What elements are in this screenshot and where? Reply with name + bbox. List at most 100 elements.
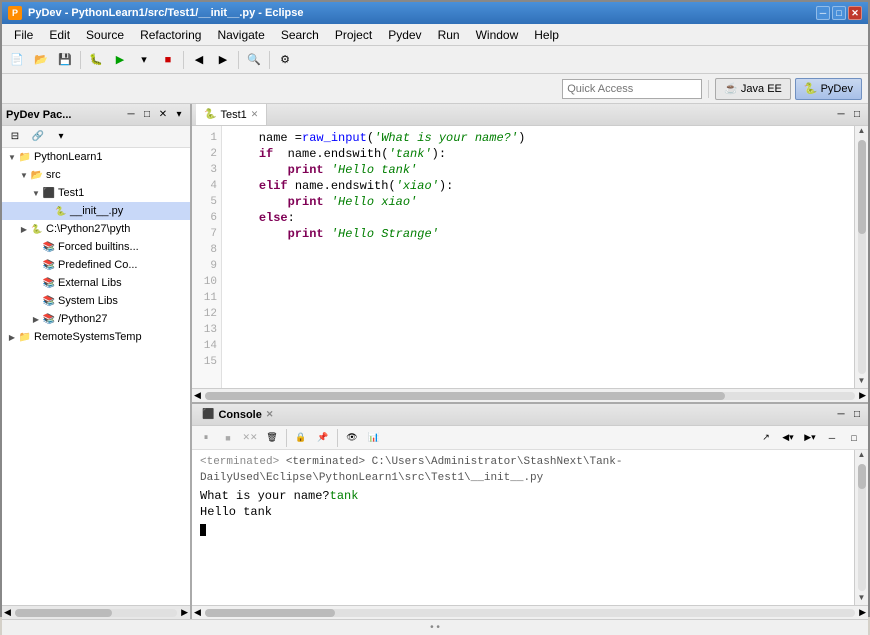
minimize-button[interactable]: ─ (816, 6, 830, 20)
editor-tab-init[interactable]: 🐍 Test1 ✕ (196, 104, 267, 125)
menu-run[interactable]: Run (430, 24, 468, 45)
toolbar-new[interactable]: 📄 (6, 49, 28, 71)
console-max-btn2[interactable]: □ (844, 429, 864, 447)
console-tab[interactable]: ⬛ Console ✕ (196, 409, 279, 421)
eh-thumb[interactable] (205, 392, 725, 400)
console-tab-close[interactable]: ✕ (266, 409, 274, 420)
console-btn-scroll-lock[interactable]: 🔒 (291, 429, 311, 447)
menu-window[interactable]: Window (468, 24, 527, 45)
console-arrow-right[interactable]: ▶▾ (800, 429, 820, 447)
quick-access-input[interactable] (562, 79, 702, 99)
console-btn-view[interactable]: 👁 (342, 429, 362, 447)
sv-thumb[interactable] (858, 140, 866, 234)
expand-arrow-remote[interactable]: ▶ (6, 331, 18, 343)
scroll-right-btn[interactable]: ▶ (179, 607, 190, 618)
console-btn-stop[interactable]: ■ (218, 429, 238, 447)
expand-arrow-test1[interactable]: ▼ (30, 187, 42, 199)
toolbar-prev[interactable]: ◀ (188, 49, 210, 71)
expand-arrow-pythonlearn1[interactable]: ▼ (6, 151, 18, 163)
toolbar-open[interactable]: 📂 (30, 49, 52, 71)
eh-scroll-left[interactable]: ◀ (192, 390, 203, 401)
pydev-perspective-button[interactable]: 🐍 PyDev (795, 78, 862, 100)
sv-up[interactable]: ▲ (856, 126, 868, 138)
menu-pydev[interactable]: Pydev (380, 24, 429, 45)
menu-navigate[interactable]: Navigate (209, 24, 272, 45)
tree-item-python27-dir[interactable]: ▶ 📚 /Python27 (2, 310, 190, 328)
csv-up[interactable]: ▲ (856, 450, 868, 462)
console-btn-pin[interactable]: 📌 (313, 429, 333, 447)
editor-min-btn[interactable]: ─ (834, 108, 848, 122)
expand-arrow-python27dir[interactable]: ▶ (30, 313, 42, 325)
console-btn-1[interactable]: ⏸ (196, 429, 216, 447)
tree-item-remote-systems[interactable]: ▶ 📁 RemoteSystemsTemp (2, 328, 190, 346)
console-max-btn[interactable]: □ (850, 408, 864, 422)
link-editor-btn[interactable]: 🔗 (27, 126, 49, 148)
tree-menu-btn[interactable]: ▾ (50, 126, 72, 148)
tree-item-test1[interactable]: ▼ ⬛ Test1 (2, 184, 190, 202)
toolbar-run[interactable]: ▶ (109, 49, 131, 71)
sv-track[interactable] (858, 140, 866, 374)
menu-source[interactable]: Source (78, 24, 132, 45)
toolbar-search[interactable]: 🔍 (243, 49, 265, 71)
toolbar-save[interactable]: 💾 (54, 49, 76, 71)
tree-item-init-py[interactable]: 🐍 __init__.py (2, 202, 190, 220)
scroll-left-btn[interactable]: ◀ (2, 607, 13, 618)
menu-file[interactable]: File (6, 24, 41, 45)
java-ee-perspective-button[interactable]: ☕ Java EE (715, 78, 791, 100)
menu-edit[interactable]: Edit (41, 24, 78, 45)
collapse-all-btn[interactable]: ⊟ (4, 126, 26, 148)
editor-max-btn[interactable]: □ (850, 108, 864, 122)
tree-item-external-libs[interactable]: 📚 External Libs (2, 274, 190, 292)
ch-scroll-right[interactable]: ▶ (857, 607, 868, 618)
code-editor[interactable]: name =raw_input('What is your name?') if… (222, 126, 854, 388)
tree-item-forced-builtins[interactable]: 📚 Forced builtins... (2, 238, 190, 256)
panel-menu-btn[interactable]: ▾ (172, 108, 186, 122)
tree-label-python27-dir: /Python27 (58, 313, 108, 325)
ch-scroll-left[interactable]: ◀ (192, 607, 203, 618)
toolbar-next[interactable]: ▶ (212, 49, 234, 71)
toolbar-misc1[interactable]: ⚙ (274, 49, 296, 71)
ch-track[interactable] (205, 609, 855, 617)
csv-track[interactable] (858, 464, 866, 591)
toolbar-debug[interactable]: 🐛 (85, 49, 107, 71)
toolbar-stop[interactable]: ■ (157, 49, 179, 71)
console-min-btn2[interactable]: ─ (822, 429, 842, 447)
menu-help[interactable]: Help (526, 24, 567, 45)
tree-item-system-libs[interactable]: 📚 System Libs (2, 292, 190, 310)
toolbar-run-dropdown[interactable]: ▾ (133, 49, 155, 71)
console-btn-view2[interactable]: 📊 (364, 429, 384, 447)
ch-thumb[interactable] (205, 609, 335, 617)
expand-arrow-src[interactable]: ▼ (18, 169, 30, 181)
eh-track[interactable] (205, 392, 855, 400)
panel-maximize-btn[interactable]: □ (140, 108, 154, 122)
console-scrollbar-v[interactable]: ▲ ▼ (854, 450, 868, 605)
panel-minimize-btn[interactable]: ─ (124, 108, 138, 122)
sv-down[interactable]: ▼ (856, 376, 868, 388)
h-scroll-track[interactable] (15, 609, 177, 617)
eh-scroll-right[interactable]: ▶ (857, 390, 868, 401)
package-tree[interactable]: ▼ 📁 PythonLearn1 ▼ 📂 src ▼ ⬛ Test1 (2, 148, 190, 605)
editor-tab-close[interactable]: ✕ (251, 109, 259, 120)
tree-item-python27[interactable]: ▶ 🐍 C:\Python27\pyth (2, 220, 190, 238)
maximize-button[interactable]: □ (832, 6, 846, 20)
menu-search[interactable]: Search (273, 24, 327, 45)
console-arrow-left[interactable]: ◀▾ (778, 429, 798, 447)
console-output-area[interactable]: <terminated> <terminated> C:\Users\Admin… (192, 450, 854, 605)
tree-item-pythonlearn1[interactable]: ▼ 📁 PythonLearn1 (2, 148, 190, 166)
csv-thumb[interactable] (858, 464, 866, 489)
h-scroll-thumb[interactable] (15, 609, 112, 617)
editor-scrollbar-h[interactable]: ◀ ▶ (192, 388, 868, 402)
console-btn-clear[interactable]: 🗑 (262, 429, 282, 447)
expand-arrow-python27[interactable]: ▶ (18, 223, 30, 235)
menu-refactoring[interactable]: Refactoring (132, 24, 209, 45)
csv-down[interactable]: ▼ (856, 593, 868, 605)
tree-item-src[interactable]: ▼ 📂 src (2, 166, 190, 184)
close-button[interactable]: ✕ (848, 6, 862, 20)
editor-scrollbar-v[interactable]: ▲ ▼ (854, 126, 868, 388)
console-btn-stop2[interactable]: ✕✕ (240, 429, 260, 447)
console-open-btn[interactable]: ↗ (756, 429, 776, 447)
console-min-btn[interactable]: ─ (834, 408, 848, 422)
menu-project[interactable]: Project (327, 24, 380, 45)
panel-close-btn[interactable]: ✕ (156, 108, 170, 122)
tree-item-predefined[interactable]: 📚 Predefined Co... (2, 256, 190, 274)
